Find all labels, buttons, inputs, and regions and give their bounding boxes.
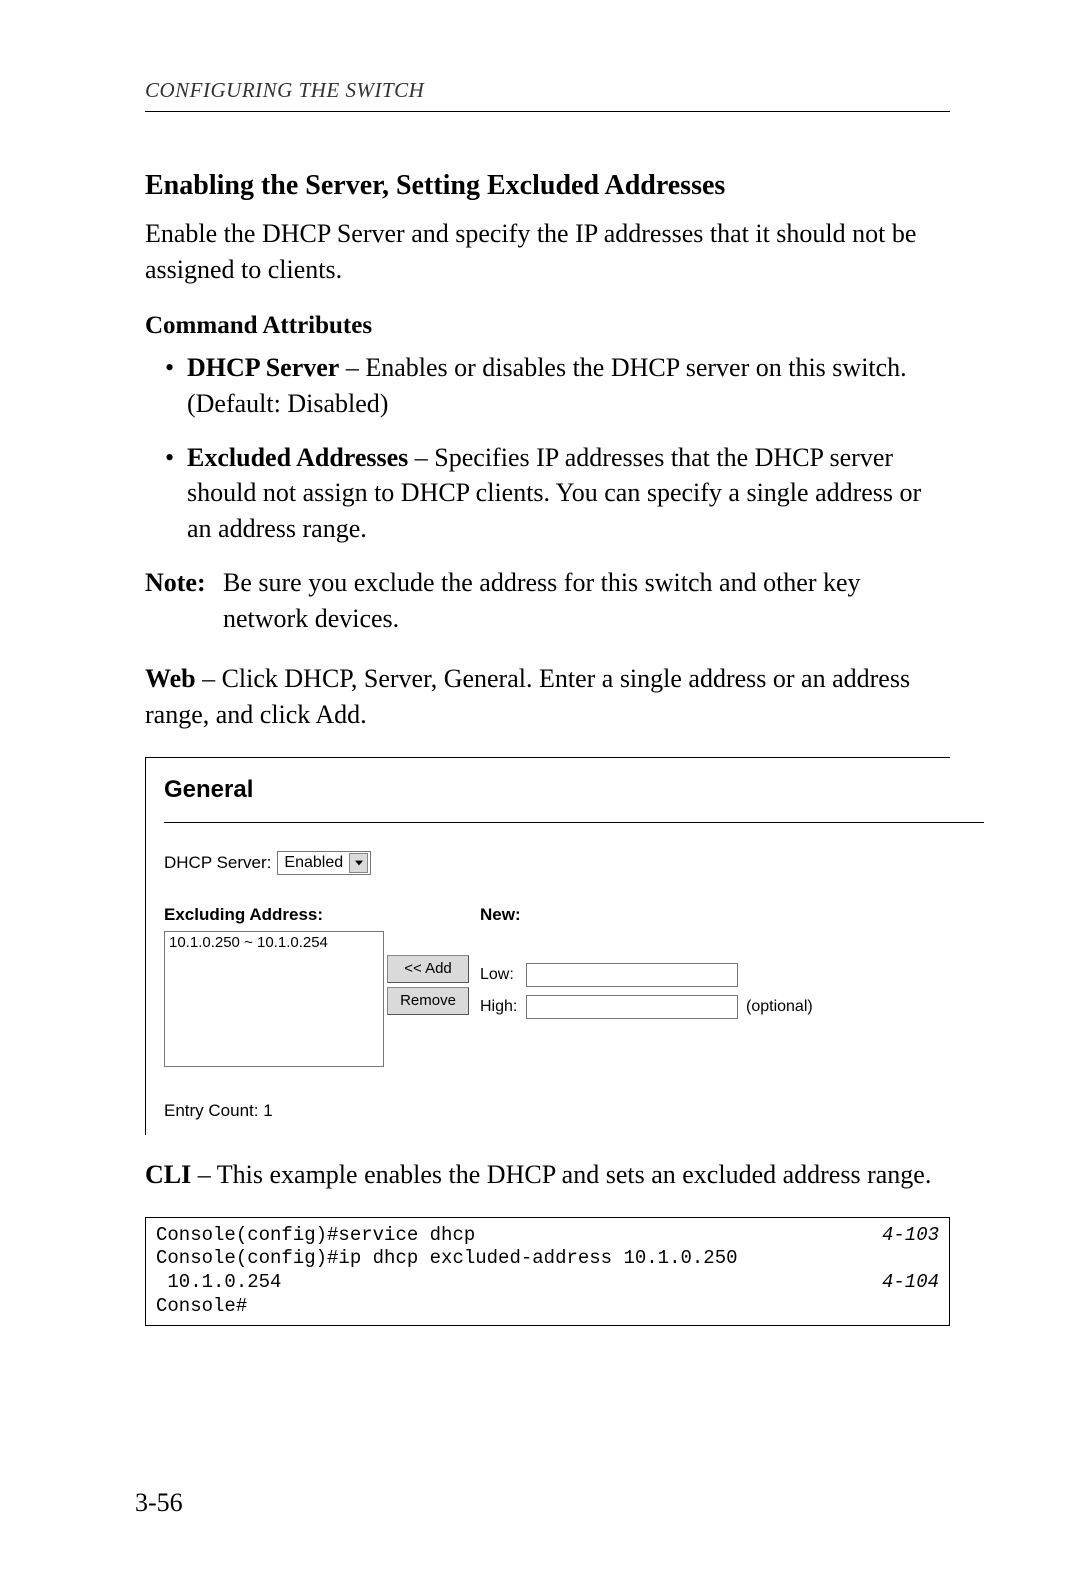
cli-cmd: Console(config)#service dhcp [156, 1224, 475, 1248]
cli-line: Console(config)#service dhcp 4-103 [156, 1224, 939, 1248]
bullet-bold: DHCP Server [187, 353, 339, 382]
list-item[interactable]: 10.1.0.250 ~ 10.1.0.254 [169, 934, 379, 951]
note-body: Be sure you exclude the address for this… [223, 565, 950, 637]
cli-cmd: Console(config)#ip dhcp excluded-address… [156, 1247, 738, 1271]
note: Note: Be sure you exclude the address fo… [145, 565, 950, 637]
add-button[interactable]: << Add [387, 955, 469, 983]
web-text: – Click DHCP, Server, General. Enter a s… [145, 664, 910, 729]
low-address-input[interactable] [526, 963, 738, 987]
command-attributes-list: DHCP Server – Enables or disables the DH… [145, 350, 950, 547]
panel-title: General [164, 776, 932, 804]
intro-text: Enable the DHCP Server and specify the I… [145, 216, 950, 288]
page-number: 3-56 [135, 1488, 183, 1518]
cli-text: – This example enables the DHCP and sets… [191, 1160, 931, 1189]
cli-code-block: Console(config)#service dhcp 4-103 Conso… [145, 1217, 950, 1326]
list-item: DHCP Server – Enables or disables the DH… [145, 350, 950, 422]
cli-line: Console# [156, 1295, 939, 1319]
cli-instruction: CLI – This example enables the DHCP and … [145, 1157, 950, 1193]
excluded-address-listbox[interactable]: 10.1.0.250 ~ 10.1.0.254 [164, 931, 384, 1067]
dhcp-server-select[interactable]: Enabled [277, 851, 371, 875]
cli-bold: CLI [145, 1160, 191, 1189]
cli-line: Console(config)#ip dhcp excluded-address… [156, 1247, 939, 1271]
list-item: Excluded Addresses – Specifies IP addres… [145, 440, 950, 548]
panel-divider [164, 822, 984, 823]
running-head: CONFIGURING THE SWITCH [145, 78, 950, 103]
cli-cmd: 10.1.0.254 [156, 1271, 281, 1295]
note-label: Note: [145, 565, 223, 637]
dhcp-general-panel: General DHCP Server: Enabled Excluding A… [145, 757, 950, 1135]
chevron-down-icon[interactable] [349, 853, 368, 873]
dhcp-server-value: Enabled [284, 854, 347, 872]
dhcp-server-label: DHCP Server: [164, 853, 271, 873]
command-attributes-title: Command Attributes [145, 312, 950, 340]
header-rule [145, 111, 950, 112]
remove-button[interactable]: Remove [387, 987, 469, 1015]
new-label: New: [480, 905, 813, 925]
cli-line: 10.1.0.254 4-104 [156, 1271, 939, 1295]
optional-text: (optional) [746, 998, 813, 1016]
high-address-input[interactable] [526, 995, 738, 1019]
web-bold: Web [145, 664, 196, 693]
web-instruction: Web – Click DHCP, Server, General. Enter… [145, 661, 950, 733]
entry-count: Entry Count: 1 [164, 1101, 932, 1121]
section-title: Enabling the Server, Setting Excluded Ad… [145, 170, 950, 202]
dhcp-server-row: DHCP Server: Enabled [164, 851, 932, 875]
excluding-address-label: Excluding Address: [164, 905, 384, 925]
bullet-bold: Excluded Addresses [187, 443, 408, 472]
cli-ref: 4-103 [882, 1224, 939, 1248]
high-label: High: [480, 998, 526, 1016]
cli-ref: 4-104 [882, 1271, 939, 1295]
cli-cmd: Console# [156, 1295, 247, 1319]
low-label: Low: [480, 966, 526, 984]
